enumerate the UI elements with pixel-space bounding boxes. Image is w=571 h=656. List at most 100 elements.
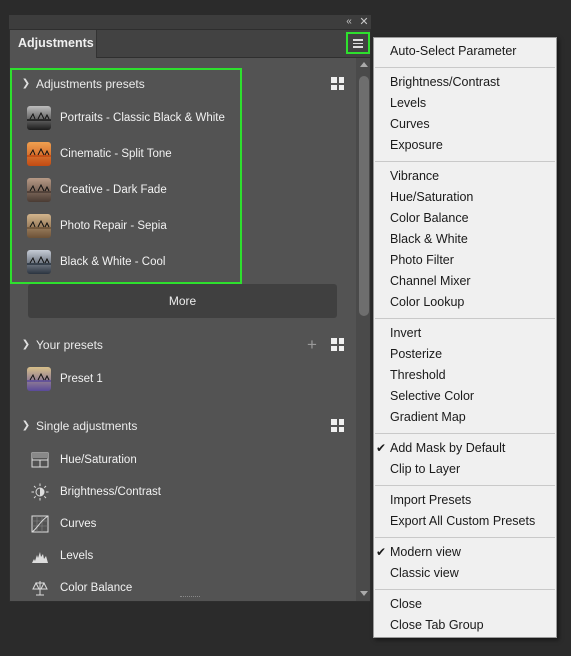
collapse-panel-icon[interactable]: « [342, 16, 356, 28]
menu-item-label: Exposure [390, 138, 443, 152]
menu-item[interactable]: Posterize [374, 344, 556, 365]
menu-item[interactable]: Threshold [374, 365, 556, 386]
hue-saturation-icon [31, 451, 49, 469]
adjustments-presets-header[interactable]: ❯ Adjustments presets [20, 73, 350, 95]
preset-label: Black & White - Cool [60, 256, 166, 268]
menu-item[interactable]: Black & White [374, 229, 556, 250]
menu-item-label: Invert [390, 326, 422, 340]
scroll-down-icon[interactable] [360, 591, 368, 596]
menu-item-label: Color Lookup [390, 295, 465, 309]
panel-scrollbar[interactable] [356, 58, 370, 601]
chevron-down-icon: ❯ [21, 78, 31, 89]
adjustment-label: Curves [60, 518, 97, 530]
menu-item[interactable]: Export All Custom Presets [374, 511, 556, 532]
menu-item[interactable]: Vibrance [374, 166, 556, 187]
panel-title-bar: « ✕ [9, 15, 371, 29]
your-presets-header[interactable]: ❯ Your presets + [20, 334, 350, 356]
chevron-down-icon: ❯ [21, 420, 31, 431]
scroll-up-icon[interactable] [360, 62, 368, 67]
menu-item[interactable]: Clip to Layer [374, 459, 556, 480]
adjustment-item[interactable]: Hue/Saturation [27, 447, 327, 473]
menu-item-label: Classic view [390, 566, 459, 580]
menu-item-label: Selective Color [390, 389, 475, 403]
menu-item-label: Channel Mixer [390, 274, 471, 288]
menu-item[interactable]: Channel Mixer [374, 271, 556, 292]
preset-label: Portraits - Classic Black & White [60, 112, 225, 124]
menu-item-label: Vibrance [390, 169, 440, 183]
panel-flyout-menu: Auto-Select Parameter Brightness/Contrast… [373, 37, 557, 638]
tab-adjustments[interactable]: Adjustments [10, 30, 97, 58]
preset-item[interactable]: Photo Repair - Sepia [27, 212, 327, 242]
single-adjustments-header[interactable]: ❯ Single adjustments [20, 415, 350, 437]
checkmark-icon: ✔ [376, 545, 387, 559]
adjustment-item[interactable]: Levels [27, 543, 327, 569]
menu-item[interactable]: Levels [374, 93, 556, 114]
preset-thumbnail [27, 178, 51, 202]
menu-item-label: Photo Filter [390, 253, 454, 267]
menu-item-label: Close [390, 597, 422, 611]
color-balance-icon [31, 579, 49, 597]
menu-item[interactable]: ✔ Add Mask by Default [374, 438, 556, 459]
menu-separator [375, 537, 555, 538]
section-title: Adjustments presets [36, 77, 145, 91]
menu-item[interactable]: Close [374, 594, 556, 615]
panel-menu-button[interactable] [346, 32, 370, 54]
menu-separator [375, 67, 555, 68]
chevron-down-icon: ❯ [21, 339, 31, 350]
menu-item[interactable]: Photo Filter [374, 250, 556, 271]
menu-item[interactable]: Import Presets [374, 490, 556, 511]
preset-label: Creative - Dark Fade [60, 184, 167, 196]
preset-item[interactable]: Black & White - Cool [27, 248, 327, 278]
preset-thumbnail [27, 106, 51, 130]
menu-item-label: Auto-Select Parameter [390, 44, 517, 58]
grid-view-icon[interactable] [331, 338, 344, 351]
menu-separator [375, 485, 555, 486]
menu-item[interactable]: ✔ Modern view [374, 542, 556, 563]
adjustment-item[interactable]: Brightness/Contrast [27, 479, 327, 505]
scrollbar-thumb[interactable] [359, 76, 369, 316]
add-preset-icon[interactable]: + [305, 336, 319, 353]
menu-item[interactable]: Color Lookup [374, 292, 556, 313]
adjustment-item[interactable]: Curves [27, 511, 327, 537]
menu-item-label: Export All Custom Presets [390, 514, 536, 528]
close-panel-icon[interactable]: ✕ [358, 16, 370, 28]
menu-item[interactable]: Exposure [374, 135, 556, 156]
menu-item-label: Import Presets [390, 493, 472, 507]
menu-item[interactable]: Brightness/Contrast [374, 72, 556, 93]
preset-label: Preset 1 [60, 373, 103, 385]
menu-item-label: Black & White [390, 232, 468, 246]
menu-item[interactable]: Auto-Select Parameter [374, 41, 556, 62]
panel-resize-grip[interactable] [180, 596, 200, 601]
adjustment-item[interactable]: Color Balance [27, 575, 327, 601]
menu-separator [375, 589, 555, 590]
panel-content: ❯ Adjustments presets Portraits - Classi… [10, 58, 356, 601]
section-title: Your presets [36, 338, 103, 352]
curves-icon [31, 515, 49, 533]
brightness-contrast-icon [31, 483, 49, 501]
grid-view-icon[interactable] [331, 77, 344, 90]
grid-view-icon[interactable] [331, 419, 344, 432]
menu-item[interactable]: Hue/Saturation [374, 187, 556, 208]
menu-item[interactable]: Classic view [374, 563, 556, 584]
preset-label: Photo Repair - Sepia [60, 220, 167, 232]
preset-thumbnail [27, 142, 51, 166]
preset-item[interactable]: Cinematic - Split Tone [27, 140, 327, 170]
menu-item[interactable]: Color Balance [374, 208, 556, 229]
menu-item[interactable]: Curves [374, 114, 556, 135]
menu-item-label: Add Mask by Default [390, 441, 506, 455]
levels-icon [31, 547, 49, 565]
more-presets-button[interactable]: More [28, 284, 337, 318]
section-title: Single adjustments [36, 419, 138, 433]
preset-item[interactable]: Preset 1 [27, 365, 327, 395]
menu-item[interactable]: Gradient Map [374, 407, 556, 428]
menu-item-label: Posterize [390, 347, 443, 361]
menu-item-label: Color Balance [390, 211, 469, 225]
menu-separator [375, 161, 555, 162]
menu-item[interactable]: Selective Color [374, 386, 556, 407]
menu-item-label: Clip to Layer [390, 462, 461, 476]
adjustment-label: Levels [60, 550, 94, 562]
preset-item[interactable]: Portraits - Classic Black & White [27, 104, 327, 134]
menu-item[interactable]: Close Tab Group [374, 615, 556, 636]
menu-item[interactable]: Invert [374, 323, 556, 344]
preset-item[interactable]: Creative - Dark Fade [27, 176, 327, 206]
